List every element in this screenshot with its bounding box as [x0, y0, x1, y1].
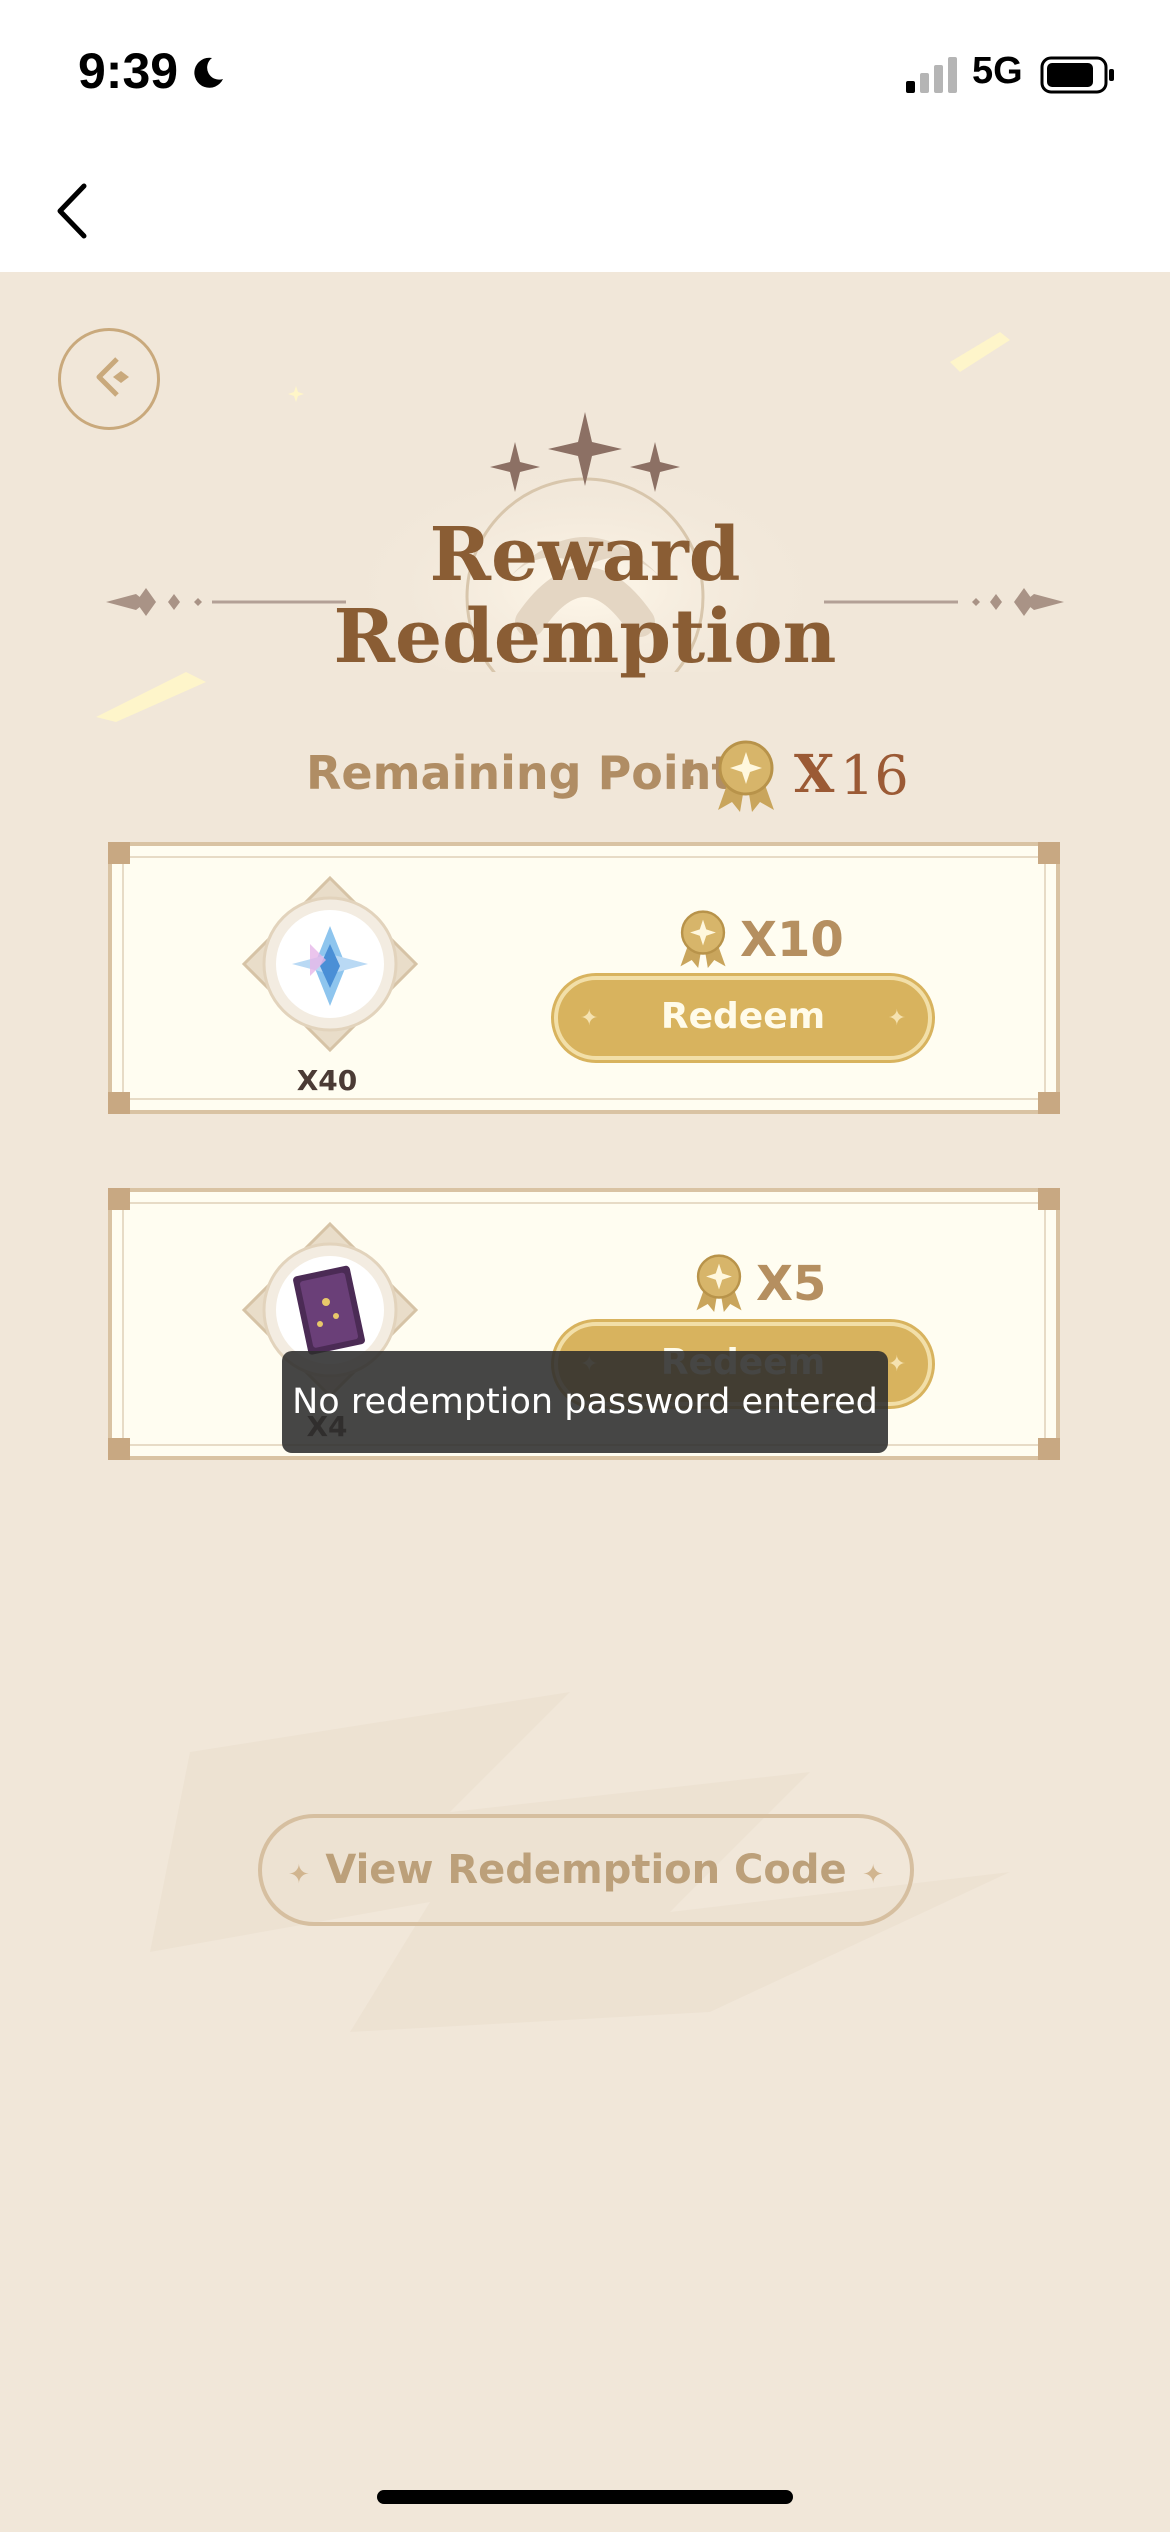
star-icon: ✦: [887, 1006, 906, 1031]
page-title-line1: Reward: [429, 512, 741, 598]
sparkle-decoration: [950, 332, 1010, 372]
status-time: 9:39: [78, 43, 179, 99]
battery-icon: [1040, 56, 1114, 94]
back-arrow-icon: [96, 357, 129, 397]
moon-icon: [194, 57, 223, 88]
signal-icon: [906, 57, 957, 93]
network-type: 5G: [972, 50, 1023, 92]
reward-card: X40 X10 ✦ Redeem ✦: [108, 842, 1060, 1114]
medal-icon: [696, 1254, 742, 1312]
remaining-points-value: 16: [840, 744, 909, 807]
toast-message: No redemption password entered: [282, 1351, 888, 1453]
status-bar: 9:39 5G: [0, 0, 1170, 150]
reward-cost: X5: [756, 1256, 827, 1312]
page-title-line2: Redemption: [333, 594, 837, 680]
back-chevron-icon[interactable]: [40, 176, 110, 246]
sparkle-decoration: [288, 386, 304, 402]
star-icon: ✦: [288, 1860, 310, 1890]
nav-bar: [0, 150, 1170, 274]
star-icon: ✦: [862, 1860, 884, 1890]
view-redemption-code-label: View Redemption Code: [325, 1847, 847, 1893]
game-back-button[interactable]: [58, 328, 160, 430]
redeem-button[interactable]: ✦ Redeem ✦: [554, 976, 932, 1060]
medal-icon: [680, 910, 726, 968]
home-indicator[interactable]: [377, 2490, 793, 2504]
redeem-button-label: Redeem: [660, 996, 826, 1037]
view-redemption-code-button[interactable]: ✦ View Redemption Code ✦: [258, 1814, 914, 1926]
primogem-icon: [241, 875, 419, 1053]
medal-icon: [718, 740, 774, 812]
star-icon: ✦: [887, 1352, 906, 1377]
remaining-points-multiplier: X: [794, 744, 835, 805]
remaining-points-colon: :: [680, 742, 699, 796]
star-icon: ✦: [580, 1006, 599, 1031]
reward-quantity: X40: [296, 1064, 358, 1097]
reward-cost: X10: [740, 912, 844, 968]
